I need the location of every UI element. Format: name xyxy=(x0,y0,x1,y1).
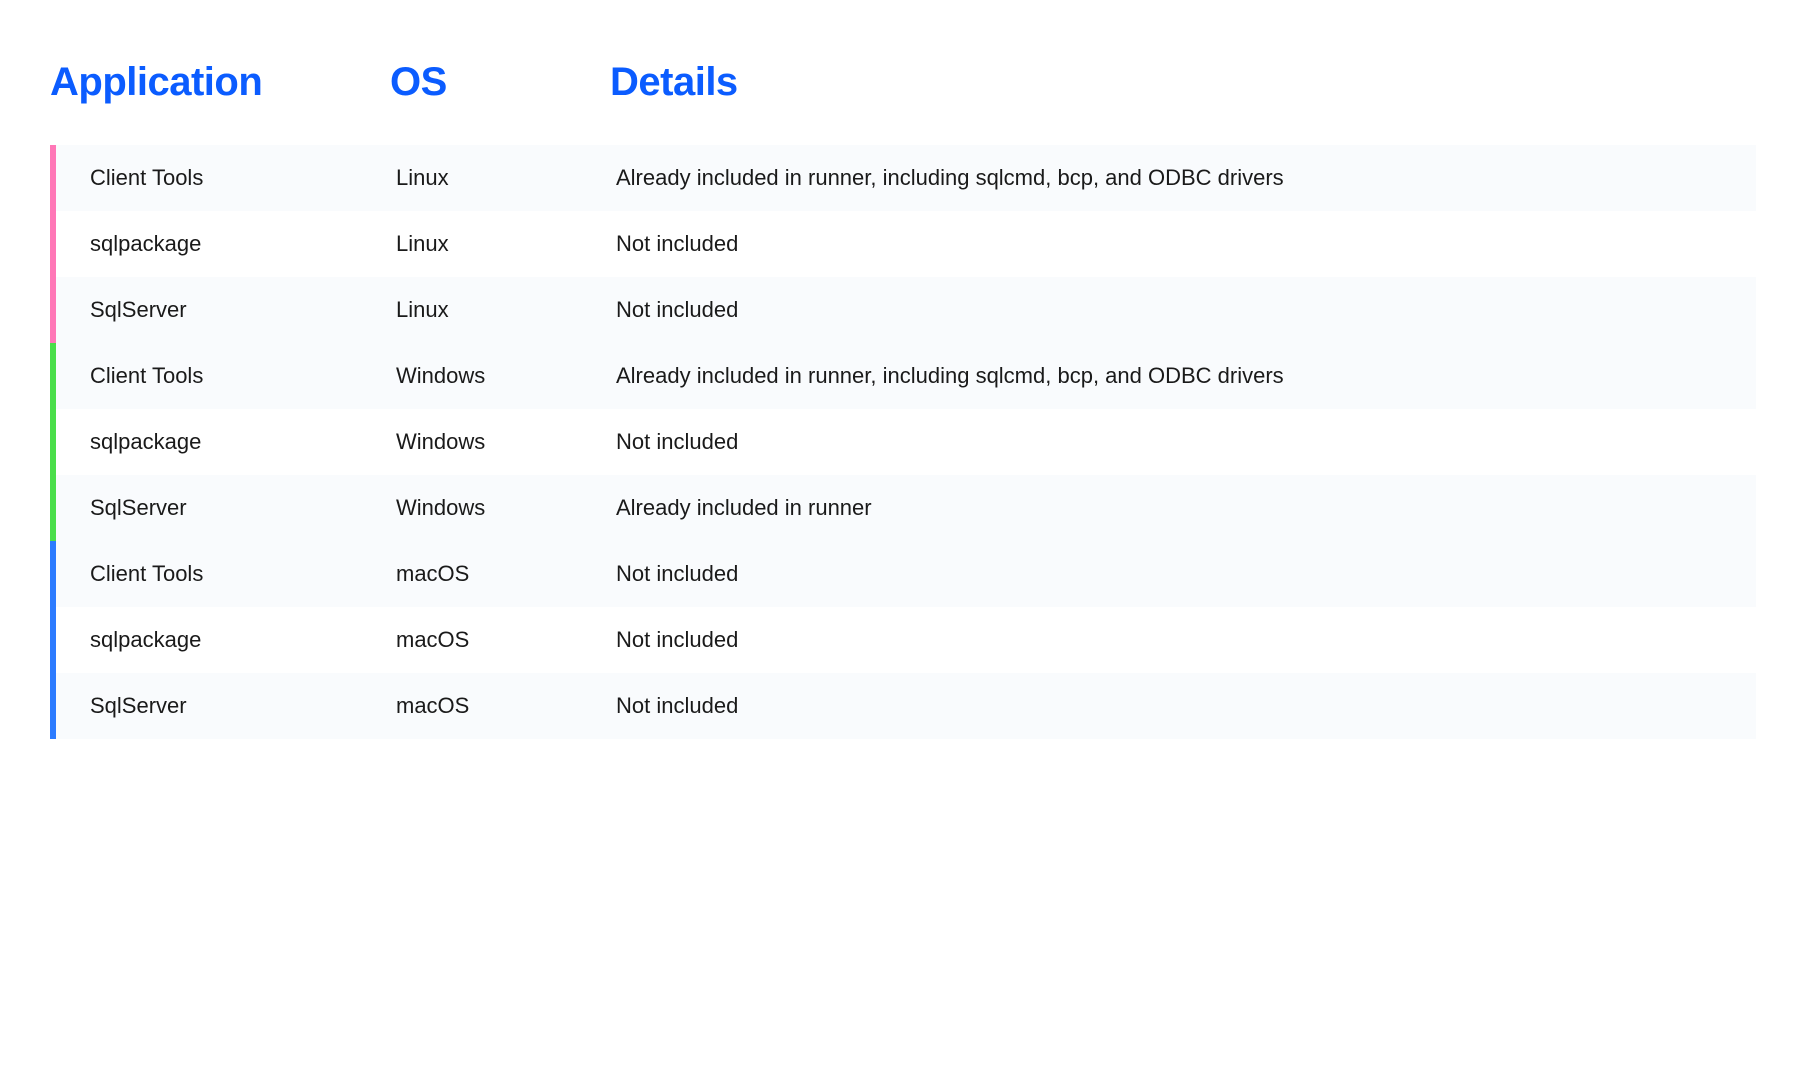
header-details: Details xyxy=(610,60,1756,105)
cell-details: Already included in runner, including sq… xyxy=(616,363,1756,389)
cell-os: macOS xyxy=(396,693,616,719)
cell-application: SqlServer xyxy=(90,495,396,521)
application-os-table: Application OS Details Client ToolsLinux… xyxy=(50,60,1756,739)
cell-application: SqlServer xyxy=(90,297,396,323)
header-application: Application xyxy=(50,60,390,105)
cell-application: sqlpackage xyxy=(90,231,396,257)
cell-os: Windows xyxy=(396,495,616,521)
table-row: sqlpackageWindowsNot included xyxy=(56,409,1756,475)
table-group: Client ToolsmacOSNot includedsqlpackagem… xyxy=(50,541,1756,739)
cell-application: SqlServer xyxy=(90,693,396,719)
cell-application: Client Tools xyxy=(90,165,396,191)
cell-os: macOS xyxy=(396,561,616,587)
cell-os: macOS xyxy=(396,627,616,653)
cell-details: Not included xyxy=(616,297,1756,323)
cell-details: Not included xyxy=(616,693,1756,719)
table-row: SqlServermacOSNot included xyxy=(56,673,1756,739)
table-row: sqlpackageLinuxNot included xyxy=(56,211,1756,277)
cell-os: Windows xyxy=(396,429,616,455)
cell-application: Client Tools xyxy=(90,363,396,389)
cell-details: Already included in runner, including sq… xyxy=(616,165,1756,191)
table-group: Client ToolsWindowsAlready included in r… xyxy=(50,343,1756,541)
cell-os: Windows xyxy=(396,363,616,389)
cell-application: sqlpackage xyxy=(90,429,396,455)
cell-os: Linux xyxy=(396,231,616,257)
cell-os: Linux xyxy=(396,297,616,323)
cell-details: Not included xyxy=(616,627,1756,653)
table-body: Client ToolsLinuxAlready included in run… xyxy=(50,145,1756,739)
table-header-row: Application OS Details xyxy=(50,60,1756,145)
cell-os: Linux xyxy=(396,165,616,191)
header-os: OS xyxy=(390,60,610,105)
table-row: SqlServerLinuxNot included xyxy=(56,277,1756,343)
cell-details: Not included xyxy=(616,429,1756,455)
cell-application: Client Tools xyxy=(90,561,396,587)
table-group: Client ToolsLinuxAlready included in run… xyxy=(50,145,1756,343)
cell-details: Not included xyxy=(616,231,1756,257)
table-row: Client ToolsWindowsAlready included in r… xyxy=(56,343,1756,409)
table-row: Client ToolsLinuxAlready included in run… xyxy=(56,145,1756,211)
cell-details: Not included xyxy=(616,561,1756,587)
cell-application: sqlpackage xyxy=(90,627,396,653)
table-row: SqlServerWindowsAlready included in runn… xyxy=(56,475,1756,541)
cell-details: Already included in runner xyxy=(616,495,1756,521)
table-row: Client ToolsmacOSNot included xyxy=(56,541,1756,607)
table-row: sqlpackagemacOSNot included xyxy=(56,607,1756,673)
